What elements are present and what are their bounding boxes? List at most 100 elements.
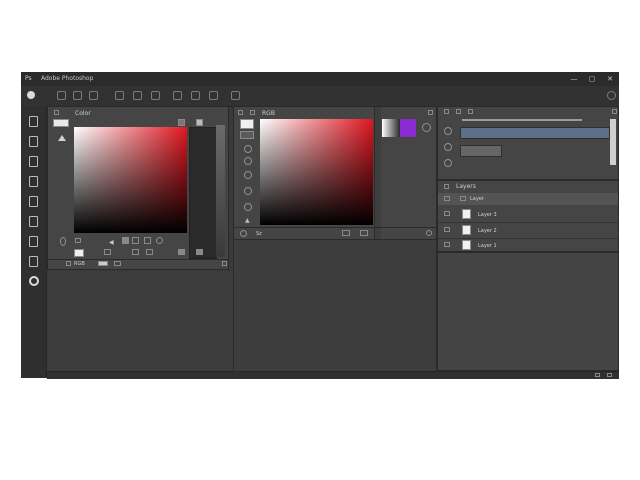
arrow-icon: ▲ bbox=[245, 217, 250, 224]
tool-circle-1[interactable] bbox=[244, 145, 252, 153]
new-icon[interactable] bbox=[196, 249, 203, 255]
center-tab-label[interactable]: RGB bbox=[262, 110, 275, 117]
center-hue-column[interactable] bbox=[374, 107, 381, 239]
move-tool-icon[interactable] bbox=[29, 116, 38, 127]
preset-swatch-gray[interactable] bbox=[382, 119, 400, 137]
link-buttons[interactable] bbox=[460, 145, 502, 157]
layer-eye-icon[interactable] bbox=[444, 227, 450, 232]
tool-circle-4[interactable] bbox=[244, 187, 252, 195]
refine-edge-icon[interactable] bbox=[209, 91, 218, 100]
foreground-swatch[interactable] bbox=[53, 119, 69, 127]
center-background-swatch[interactable] bbox=[240, 131, 254, 139]
marquee-option-icon[interactable] bbox=[57, 91, 66, 100]
prop-tool-1[interactable] bbox=[444, 127, 452, 135]
gamut-icon[interactable] bbox=[122, 237, 129, 244]
tab-icon bbox=[54, 110, 59, 115]
hue-slider[interactable] bbox=[189, 127, 217, 259]
tool-circle-2[interactable] bbox=[244, 157, 252, 165]
feather-icon[interactable] bbox=[133, 91, 142, 100]
bottom-icon-2[interactable] bbox=[114, 261, 121, 266]
close-button[interactable]: ✕ bbox=[605, 74, 615, 84]
height-icon[interactable] bbox=[191, 91, 200, 100]
opacity-slider[interactable] bbox=[462, 119, 582, 121]
center-menu-icon[interactable] bbox=[428, 110, 433, 115]
layer-eye-icon[interactable] bbox=[444, 242, 450, 247]
status-bar bbox=[47, 371, 619, 379]
layer-row[interactable]: Layer 3 bbox=[438, 207, 618, 223]
trash-icon[interactable] bbox=[178, 249, 185, 255]
panel-option-icon[interactable] bbox=[196, 119, 203, 126]
center-options-icon[interactable] bbox=[426, 230, 432, 236]
current-color-swatch[interactable] bbox=[74, 249, 84, 257]
properties-panel bbox=[437, 106, 619, 180]
lock-icon[interactable] bbox=[144, 237, 151, 244]
crop-tool-icon[interactable] bbox=[29, 176, 38, 187]
refresh-icon[interactable] bbox=[422, 123, 431, 132]
center-foreground-swatch[interactable] bbox=[240, 119, 254, 129]
eye-icon[interactable] bbox=[444, 196, 450, 201]
center-tab-icon-2 bbox=[250, 110, 255, 115]
prop-scrollbar[interactable] bbox=[610, 119, 616, 165]
add-selection-icon[interactable] bbox=[73, 91, 82, 100]
style-icon[interactable] bbox=[151, 91, 160, 100]
home-icon[interactable] bbox=[27, 91, 35, 99]
header-layer-name: Layer bbox=[470, 196, 484, 202]
layer-name: Layer 2 bbox=[478, 228, 497, 234]
resize-icon[interactable] bbox=[222, 261, 227, 266]
mask-icon[interactable] bbox=[231, 91, 240, 100]
subtract-selection-icon[interactable] bbox=[89, 91, 98, 100]
mode-label: RGB bbox=[74, 261, 85, 267]
status-icon-1[interactable] bbox=[595, 373, 600, 377]
bottom-swatch[interactable] bbox=[98, 261, 108, 266]
quick-mask-icon[interactable] bbox=[29, 276, 39, 286]
maximize-button[interactable]: ▢ bbox=[587, 74, 597, 84]
status-icon-2[interactable] bbox=[607, 373, 612, 377]
center-divider bbox=[234, 227, 436, 228]
tool-circle-5[interactable] bbox=[244, 203, 252, 211]
layers-panel: Layers Layer Layer 3 Layer 2 Layer 1 bbox=[437, 180, 619, 252]
prop-tool-2[interactable] bbox=[444, 143, 452, 151]
center-saturation-field[interactable] bbox=[260, 119, 373, 225]
layer-row[interactable]: Layer 1 bbox=[438, 239, 618, 252]
sliders-icon[interactable] bbox=[132, 249, 139, 255]
panel-menu-icon[interactable] bbox=[178, 119, 185, 126]
libraries-icon[interactable] bbox=[146, 249, 153, 255]
right-empty-panel bbox=[437, 252, 619, 371]
alpha-slider[interactable] bbox=[216, 125, 225, 257]
center-bottom-icon[interactable] bbox=[240, 230, 247, 237]
marquee-tool-icon[interactable] bbox=[29, 136, 38, 147]
prop-tool-3[interactable] bbox=[444, 159, 452, 167]
intersect-selection-icon[interactable] bbox=[115, 91, 124, 100]
layer-eye-icon[interactable] bbox=[444, 211, 450, 216]
layer-thumbnail bbox=[462, 240, 471, 250]
eraser-tool-icon[interactable] bbox=[29, 236, 38, 247]
prop-menu-icon[interactable] bbox=[612, 109, 617, 114]
tool-circle-3[interactable] bbox=[244, 171, 252, 179]
preset-swatch-purple[interactable] bbox=[400, 119, 416, 137]
layer-name: Layer 1 bbox=[478, 243, 497, 249]
saturation-brightness-field[interactable] bbox=[74, 127, 187, 233]
active-field[interactable] bbox=[460, 127, 610, 139]
center-folder-icon[interactable] bbox=[342, 230, 350, 236]
gradient-tool-icon[interactable] bbox=[29, 256, 38, 267]
cube-icon[interactable] bbox=[132, 237, 139, 244]
search-icon[interactable] bbox=[607, 91, 616, 100]
layer-thumbnail bbox=[462, 225, 471, 235]
layer-row-header[interactable]: Layer bbox=[438, 193, 618, 205]
settings-icon[interactable] bbox=[156, 237, 163, 244]
layers-tab-label[interactable]: Layers bbox=[456, 183, 476, 190]
swap-icon[interactable] bbox=[104, 249, 111, 255]
bottom-icon-1[interactable] bbox=[66, 261, 71, 266]
color-tab-label[interactable]: Color bbox=[75, 110, 91, 117]
web-color-toggle[interactable] bbox=[75, 238, 81, 243]
eyedropper-icon[interactable] bbox=[60, 237, 66, 246]
center-new-icon[interactable] bbox=[360, 230, 368, 236]
width-icon[interactable] bbox=[173, 91, 182, 100]
minimize-button[interactable]: — bbox=[569, 74, 579, 84]
layer-row[interactable]: Layer 2 bbox=[438, 223, 618, 239]
clone-tool-icon[interactable] bbox=[29, 216, 38, 227]
layers-tab-icon bbox=[444, 184, 449, 189]
lasso-tool-icon[interactable] bbox=[29, 156, 38, 167]
brush-tool-icon[interactable] bbox=[29, 196, 38, 207]
window-title: Adobe Photoshop bbox=[41, 75, 94, 82]
